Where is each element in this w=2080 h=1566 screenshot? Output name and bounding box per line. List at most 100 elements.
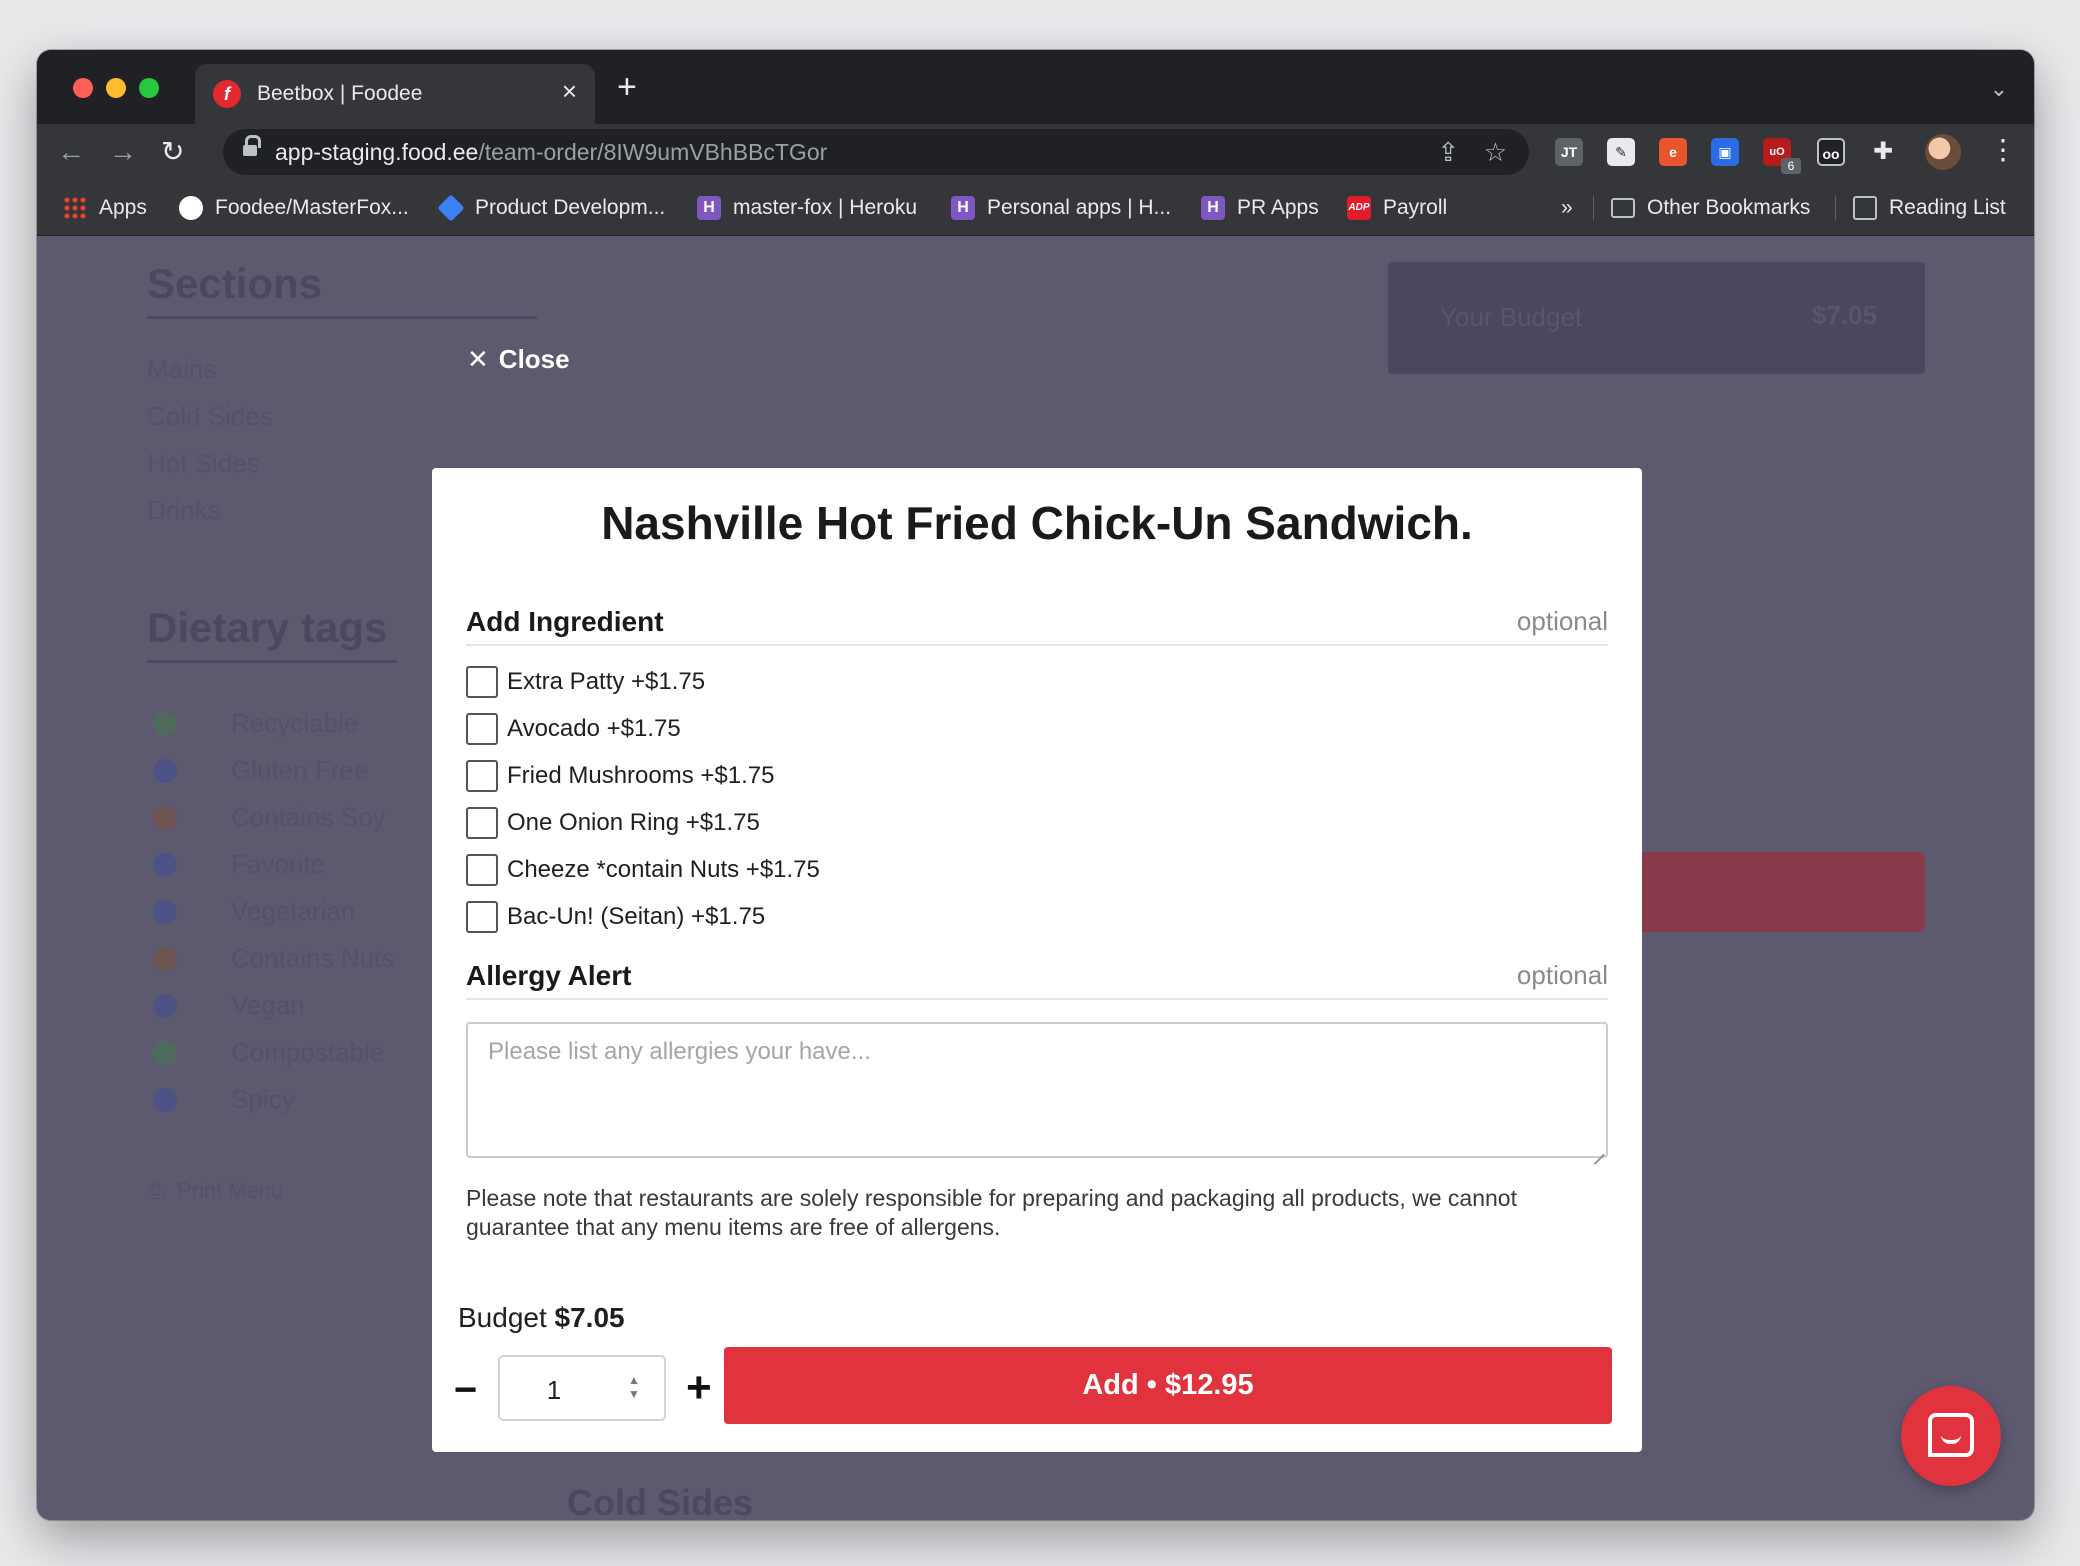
chat-launcher-button[interactable] [1901, 1386, 2001, 1486]
reload-icon[interactable]: ↻ [161, 134, 184, 170]
url-text[interactable]: app-staging.food.ee/team-order/8IW9umVBh… [275, 139, 827, 166]
heroku-icon: H [951, 196, 975, 220]
diamond-icon [437, 194, 465, 222]
bookmark-star-icon[interactable]: ☆ [1484, 137, 1507, 168]
ingredient-option[interactable]: Cheeze *contain Nuts +$1.75 [466, 850, 820, 890]
your-budget-box: Your Budget $7.05 [1388, 262, 1925, 374]
dietary-tag: Recyclable [231, 708, 359, 738]
dietary-tag: Contains Soy [231, 802, 386, 832]
new-tab-icon[interactable]: + [617, 70, 637, 104]
checkbox[interactable] [466, 807, 498, 839]
checkbox[interactable] [466, 760, 498, 792]
add-ingredient-title: Add Ingredient [466, 606, 664, 637]
maximize-window-button[interactable] [139, 78, 159, 98]
adp-icon: ADP [1347, 196, 1371, 220]
active-tab[interactable]: f Beetbox | Foodee × [195, 64, 595, 124]
budget-value: $7.05 [554, 1302, 625, 1333]
bookmark-payroll[interactable]: ADP Payroll [1347, 194, 1447, 222]
more-menu-icon[interactable]: ⋮ [1989, 132, 2017, 168]
recyclable-icon [153, 712, 177, 736]
resize-grip-icon[interactable] [1594, 1144, 1606, 1156]
tab-search-chevron-icon[interactable]: ⌄ [1990, 76, 2008, 102]
ingredient-label: Bac-Un! (Seitan) +$1.75 [507, 903, 766, 930]
section-link[interactable]: Hot Sides [147, 448, 260, 479]
close-window-button[interactable] [73, 78, 93, 98]
bookmark-separator [1835, 196, 1836, 220]
quantity-stepper[interactable]: 1 ▲ ▼ [498, 1355, 666, 1421]
dietary-rule [147, 660, 397, 663]
add-to-order-button[interactable]: Add • $12.95 [724, 1347, 1612, 1424]
gluten-free-icon [153, 759, 177, 783]
extension-eraser-icon[interactable]: ✎ [1607, 138, 1635, 166]
page-overlay[interactable]: Sections Mains Cold Sides Hot Sides Drin… [37, 236, 2034, 1520]
bookmark-other[interactable]: Other Bookmarks [1611, 194, 1810, 222]
ingredient-option[interactable]: Avocado +$1.75 [466, 709, 681, 749]
checkbox[interactable] [466, 666, 498, 698]
lock-icon [243, 135, 261, 157]
section-link[interactable]: Drinks [147, 495, 221, 526]
compostable-icon [153, 1041, 177, 1065]
ingredient-option[interactable]: Bac-Un! (Seitan) +$1.75 [466, 897, 765, 937]
budget-label: Budget [458, 1302, 547, 1333]
close-modal-button[interactable]: ✕ Close [467, 344, 570, 375]
budget-line: Budget $7.05 [458, 1302, 625, 1334]
bookmark-product[interactable]: Product Developm... [437, 194, 665, 222]
checkbox[interactable] [466, 901, 498, 933]
place-order-button[interactable] [1607, 852, 1925, 932]
vegan-icon [153, 994, 177, 1018]
bookmark-github[interactable]: Foodee/MasterFox... [179, 194, 409, 222]
dietary-tag: Vegan [231, 990, 305, 1020]
extensions-puzzle-icon[interactable]: ✚ [1869, 138, 1897, 166]
profile-avatar[interactable] [1925, 134, 1961, 170]
close-icon: ✕ [467, 344, 489, 374]
spicy-icon [153, 1088, 177, 1112]
extension-e-icon[interactable]: e [1659, 138, 1687, 166]
browser-window: f Beetbox | Foodee × + ⌄ ← → ↻ app-stagi… [37, 50, 2034, 1520]
print-menu-link[interactable]: ⎙ Print Menu [147, 1178, 283, 1204]
dietary-tag: Spicy [231, 1084, 295, 1114]
decrease-quantity-button[interactable]: − [454, 1370, 477, 1410]
optional-label: optional [1516, 960, 1608, 990]
checkbox[interactable] [466, 713, 498, 745]
increase-quantity-button[interactable]: + [686, 1366, 712, 1410]
modal-title: Nashville Hot Fried Chick-Un Sandwich. [601, 497, 1473, 549]
sections-rule [147, 316, 537, 319]
forward-arrow-icon[interactable]: → [109, 134, 137, 170]
extension-glasses-icon[interactable]: oo [1817, 138, 1845, 166]
address-bar[interactable]: app-staging.food.ee/team-order/8IW9umVBh… [223, 129, 1529, 175]
reading-list[interactable]: Reading List [1853, 194, 2006, 222]
your-budget-value: $7.05 [1811, 300, 1877, 330]
ingredient-option[interactable]: Fried Mushrooms +$1.75 [466, 756, 774, 796]
extension-json-icon[interactable]: JT [1555, 138, 1583, 166]
back-arrow-icon[interactable]: ← [57, 134, 85, 170]
ingredient-option[interactable]: One Onion Ring +$1.75 [466, 803, 760, 843]
dietary-tag: Contains Nuts [231, 943, 395, 973]
quantity-value[interactable]: 1 [500, 1375, 608, 1406]
extension-blue-icon[interactable]: ▣ [1711, 138, 1739, 166]
dietary-tag: Vegetarian [231, 896, 356, 926]
section-link[interactable]: Cold Sides [147, 401, 273, 432]
spinner-arrows-icon[interactable]: ▲ ▼ [626, 1373, 642, 1403]
tab-strip: f Beetbox | Foodee × + ⌄ [37, 50, 2034, 124]
bookmark-heroku-personal[interactable]: H Personal apps | H... [951, 194, 1171, 222]
allergy-textarea[interactable] [466, 1022, 1608, 1158]
github-icon [179, 196, 203, 220]
favorite-icon [153, 853, 177, 877]
bookmark-separator [1593, 196, 1594, 220]
dietary-tag: Favorite [231, 849, 325, 879]
tab-close-icon[interactable]: × [562, 76, 577, 107]
minimize-window-button[interactable] [106, 78, 126, 98]
allergy-alert-title: Allergy Alert [466, 960, 632, 991]
ingredient-option[interactable]: Extra Patty +$1.75 [466, 662, 705, 702]
bookmarks-bar: Apps Foodee/MasterFox... Product Develop… [37, 180, 2034, 236]
ublock-badge: 6 [1781, 158, 1801, 174]
section-link[interactable]: Mains [147, 354, 216, 385]
bookmark-apps[interactable]: Apps [63, 194, 147, 222]
share-icon[interactable]: ⇪ [1437, 137, 1459, 168]
bookmark-heroku-master[interactable]: Hmaster-fox | Heroku [697, 194, 917, 222]
checkbox[interactable] [466, 854, 498, 886]
ingredient-label: Extra Patty +$1.75 [507, 668, 706, 695]
bookmarks-overflow[interactable]: » [1561, 194, 1573, 222]
bookmark-pr-apps[interactable]: H PR Apps [1201, 194, 1319, 222]
soy-icon [153, 806, 177, 830]
